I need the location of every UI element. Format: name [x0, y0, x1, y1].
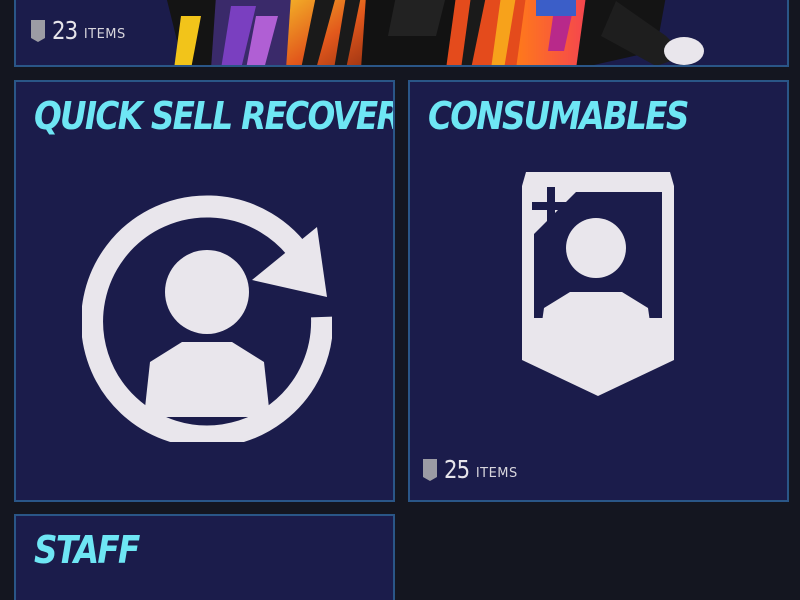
consumables-count-unit: ITEMS — [475, 466, 518, 481]
consumable-card-icon — [522, 172, 674, 396]
players-banner-artwork — [166, 0, 704, 65]
players-tile[interactable]: 23 ITEMS — [14, 0, 789, 67]
staff-title: STAFF — [34, 528, 140, 572]
player-card-icon — [423, 459, 437, 481]
players-count-unit: ITEMS — [83, 27, 126, 42]
staff-tile[interactable]: STAFF — [14, 514, 395, 600]
players-count-number: 23 — [52, 16, 78, 45]
consumables-title: CONSUMABLES — [428, 94, 689, 138]
recycle-player-icon — [82, 195, 332, 442]
quick-sell-recovery-tile[interactable]: QUICK SELL RECOVERY — [14, 80, 395, 502]
consumables-tile[interactable]: CONSUMABLES 25 ITEMS — [408, 80, 789, 502]
consumables-item-count: 25 ITEMS — [422, 457, 518, 482]
player-card-icon — [31, 20, 45, 42]
club-menu-page: 23 ITEMS QUICK SELL RECOVERY CONSUMABLES — [0, 0, 800, 600]
players-item-count: 23 ITEMS — [30, 18, 126, 43]
quick-sell-recovery-title: QUICK SELL RECOVERY — [34, 94, 395, 138]
consumables-count-number: 25 — [444, 455, 470, 484]
